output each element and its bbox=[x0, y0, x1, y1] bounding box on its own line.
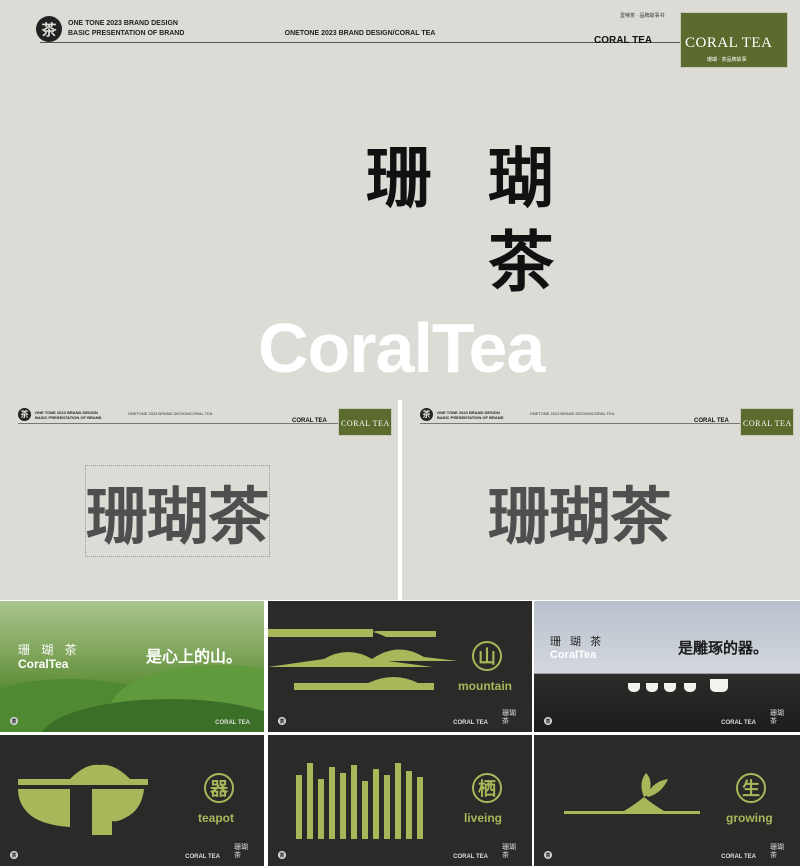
mountain-photo-panel: 珊 瑚 茶 CoralTea 是心上的山。 茶 CORAL TEA bbox=[0, 601, 264, 732]
mini-coral-label: CORAL TEA bbox=[694, 418, 729, 424]
mini-divider bbox=[18, 423, 338, 424]
tea-cup bbox=[664, 683, 676, 692]
bamboo-bar bbox=[340, 773, 346, 839]
cn-char-cha: 茶 bbox=[488, 224, 554, 301]
bamboo-bar bbox=[373, 769, 379, 839]
coral-tea-card: CORAL TEA 珊瑚 · 茶品牌故事 bbox=[680, 12, 788, 68]
footer-brand: 茶 bbox=[10, 717, 18, 725]
mini-coral-card: CORAL TEA bbox=[740, 408, 794, 436]
wordmark-panel-solid: 茶 ONE TONE 2023 BRAND DESIGN BASIC PRESE… bbox=[402, 400, 800, 600]
tea-logo-icon: 茶 bbox=[36, 16, 62, 42]
mini-coral-card: CORAL TEA bbox=[338, 408, 392, 436]
footer-cn: 珊瑚茶 bbox=[502, 844, 516, 859]
footer-brand: 茶 bbox=[278, 851, 286, 859]
hero-panel: 茶 ONE TONE 2023 BRAND DESIGN BASIC PRESE… bbox=[0, 0, 800, 400]
footer-coral: CORAL TEA bbox=[453, 854, 488, 860]
footer-coral: CORAL TEA bbox=[721, 720, 756, 726]
footer-coral: CORAL TEA bbox=[185, 854, 220, 860]
brand-line-1: ONE TONE 2023 BRAND DESIGN bbox=[68, 20, 178, 27]
mountain-symbol-panel: 山 mountain 茶 CORAL TEA 珊瑚茶 bbox=[268, 601, 532, 732]
bamboo-bar bbox=[329, 767, 335, 839]
bamboo-bar bbox=[384, 775, 390, 839]
mini-center-title: ONETONE 2023 BRAND DESIGN/CORAL TEA bbox=[529, 411, 615, 416]
footer-brand: 茶 bbox=[10, 851, 18, 859]
photo-en-name: CoralTea bbox=[550, 649, 597, 661]
symbol-word-mountain: mountain bbox=[458, 679, 512, 693]
photo-cn-name: 珊 瑚 茶 bbox=[18, 643, 81, 657]
footer-cn: 珊瑚茶 bbox=[502, 710, 516, 725]
bamboo-bar bbox=[307, 763, 313, 839]
footer-brand: 茶 bbox=[278, 717, 286, 725]
footer-coral: CORAL TEA bbox=[215, 720, 250, 726]
card-title: CORAL TEA bbox=[685, 35, 773, 51]
bamboo-bar bbox=[296, 775, 302, 839]
tea-cup bbox=[646, 683, 658, 692]
brand-block: 茶 ONE TONE 2023 BRAND DESIGN BASIC PRESE… bbox=[36, 16, 184, 42]
teapot-symbol-panel: 器 teapot 茶 CORAL TEA 珊瑚茶 bbox=[0, 735, 264, 866]
symbol-char-teapot: 器 bbox=[204, 773, 234, 803]
mini-center-title: ONETONE 2023 BRAND DESIGN/CORAL TEA bbox=[127, 411, 213, 416]
tea-logo-icon: 茶 bbox=[544, 851, 552, 859]
footer-coral: CORAL TEA bbox=[721, 854, 756, 860]
wordmark-panel-outline: 茶 ONE TONE 2023 BRAND DESIGN BASIC PRESE… bbox=[0, 400, 398, 600]
liveing-symbol-panel: 栖 liveing 茶 CORAL TEA 珊瑚茶 bbox=[268, 735, 532, 866]
tea-logo-icon: 茶 bbox=[10, 851, 18, 859]
footer-cn: 珊瑚茶 bbox=[770, 710, 784, 725]
mini-divider bbox=[420, 423, 740, 424]
header-divider bbox=[40, 42, 680, 43]
tea-logo-icon: 茶 bbox=[544, 717, 552, 725]
sprout-symbol-graphic bbox=[564, 773, 700, 814]
hero-nav: 壹嗵茶 · 品牌故事书 bbox=[620, 13, 665, 19]
bamboo-bar bbox=[417, 777, 423, 839]
bamboo-bar bbox=[406, 771, 412, 839]
cn-char-hu: 瑚 bbox=[488, 140, 554, 217]
teaset-photo-panel: 珊 瑚 茶 CoralTea 是雕琢的器。 茶 CORAL TEA 珊瑚茶 bbox=[534, 601, 800, 732]
symbol-word-growing: growing bbox=[726, 811, 773, 825]
symbol-word-teapot: teapot bbox=[198, 811, 234, 825]
symbol-char-mountain: 山 bbox=[472, 641, 502, 671]
tea-logo-icon: 茶 bbox=[10, 717, 18, 725]
bamboo-bar bbox=[351, 765, 357, 839]
mini-card-title: CORAL TEA bbox=[743, 419, 792, 428]
bamboo-bar bbox=[395, 763, 401, 839]
wordmark-solid: 珊瑚茶 bbox=[488, 480, 672, 553]
tea-cup bbox=[684, 683, 696, 692]
cn-char-shan: 珊 bbox=[366, 140, 432, 217]
footer-brand: 茶 bbox=[544, 717, 552, 725]
bamboo-bar bbox=[362, 781, 368, 839]
tea-logo-icon: 茶 bbox=[278, 851, 286, 859]
tea-logo-icon: 茶 bbox=[278, 717, 286, 725]
footer-brand: 茶 bbox=[544, 851, 552, 859]
vessel-slogan: 是雕琢的器。 bbox=[678, 640, 769, 657]
photo-cn-name: 珊 瑚 茶 bbox=[550, 636, 605, 648]
card-subtitle: 珊瑚 · 茶品牌故事 bbox=[707, 57, 747, 63]
brand-english-name: CoralTea bbox=[258, 309, 545, 387]
symbol-word-liveing: liveing bbox=[464, 811, 503, 825]
tea-cup bbox=[628, 683, 640, 692]
mini-coral-label: CORAL TEA bbox=[292, 418, 327, 424]
bamboo-bar bbox=[318, 779, 324, 839]
mountain-slogan: 是心上的山。 bbox=[146, 649, 243, 666]
coral-tea-label: CORAL TEA bbox=[594, 35, 653, 46]
growing-symbol-panel: 生 growing 茶 CORAL TEA 珊瑚茶 bbox=[534, 735, 800, 866]
wordmark-outline: 珊瑚茶 bbox=[84, 465, 271, 557]
footer-coral: CORAL TEA bbox=[453, 720, 488, 726]
photo-en-name: CoralTea bbox=[18, 657, 69, 671]
footer-cn: 珊瑚茶 bbox=[770, 844, 784, 859]
teapot bbox=[710, 679, 728, 692]
symbol-char-liveing: 栖 bbox=[472, 773, 502, 803]
footer-cn: 珊瑚茶 bbox=[234, 844, 248, 859]
symbol-char-growing: 生 bbox=[736, 773, 766, 803]
mini-card-title: CORAL TEA bbox=[341, 419, 390, 428]
